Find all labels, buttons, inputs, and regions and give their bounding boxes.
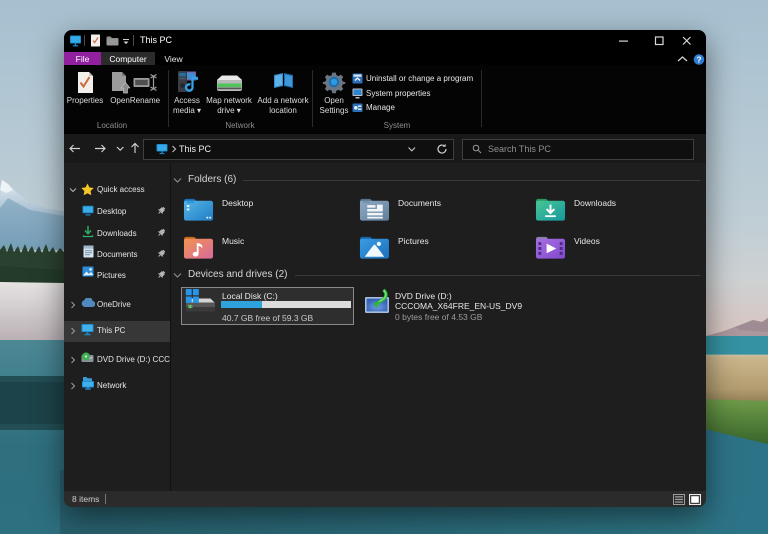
svg-text:?: ? <box>696 55 701 65</box>
